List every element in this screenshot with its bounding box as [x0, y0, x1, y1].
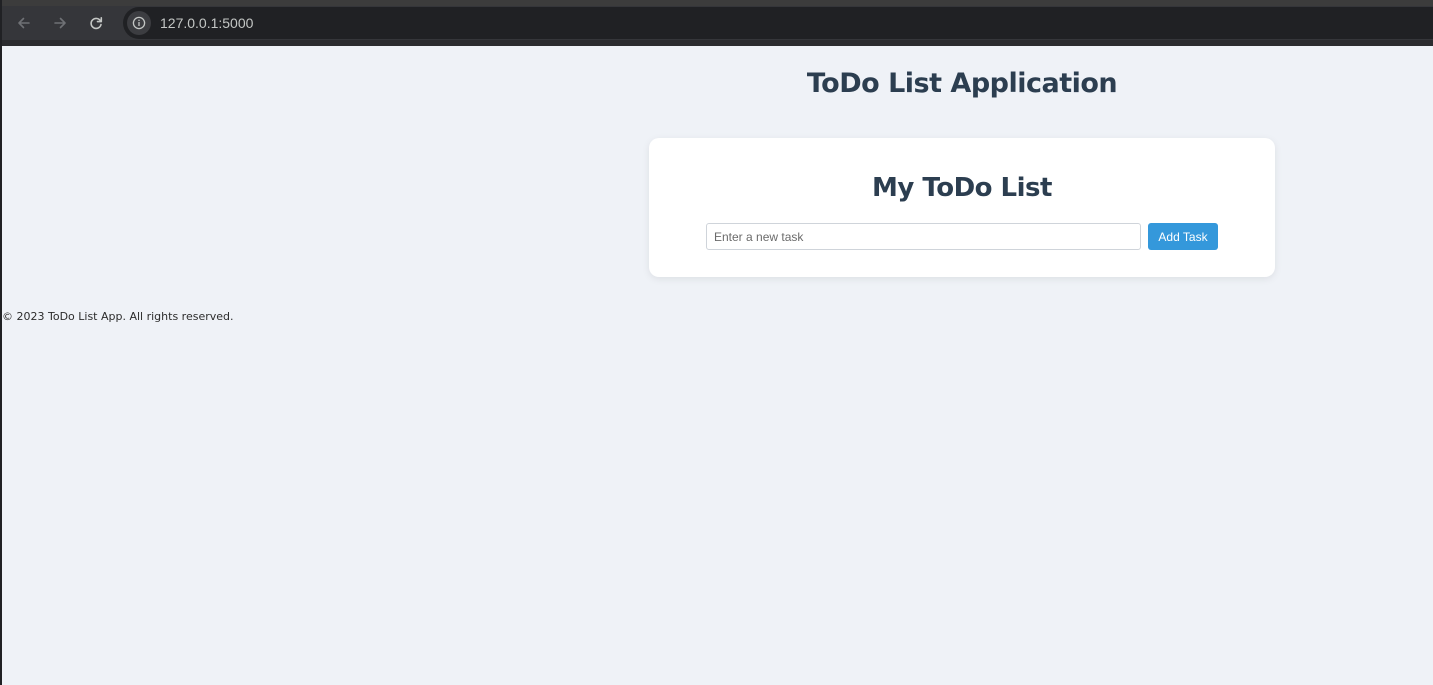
reload-icon — [90, 17, 103, 30]
footer-copyright: © 2023 ToDo List App. All rights reserve… — [2, 310, 234, 323]
address-bar[interactable]: 127.0.0.1:5000 — [123, 7, 1433, 39]
arrow-left-icon — [18, 17, 30, 29]
page-title: ToDo List Application — [806, 68, 1118, 99]
arrow-right-icon — [54, 17, 66, 29]
reload-button[interactable] — [82, 9, 110, 37]
site-info-button[interactable] — [127, 11, 151, 35]
add-task-button[interactable]: Add Task — [1148, 223, 1218, 250]
back-button[interactable] — [10, 9, 38, 37]
info-icon — [132, 16, 146, 30]
new-task-input[interactable] — [706, 223, 1141, 250]
todo-card: My ToDo List Add Task — [649, 138, 1275, 277]
browser-toolbar: 127.0.0.1:5000 — [0, 0, 1433, 46]
forward-button[interactable] — [46, 9, 74, 37]
url-text[interactable]: 127.0.0.1:5000 — [160, 15, 253, 31]
window-edge — [0, 0, 2, 685]
browser-window: 127.0.0.1:5000 ToDo List Application My … — [0, 0, 1433, 685]
todo-heading: My ToDo List — [872, 173, 1052, 203]
toolbar-divider — [0, 40, 1433, 46]
